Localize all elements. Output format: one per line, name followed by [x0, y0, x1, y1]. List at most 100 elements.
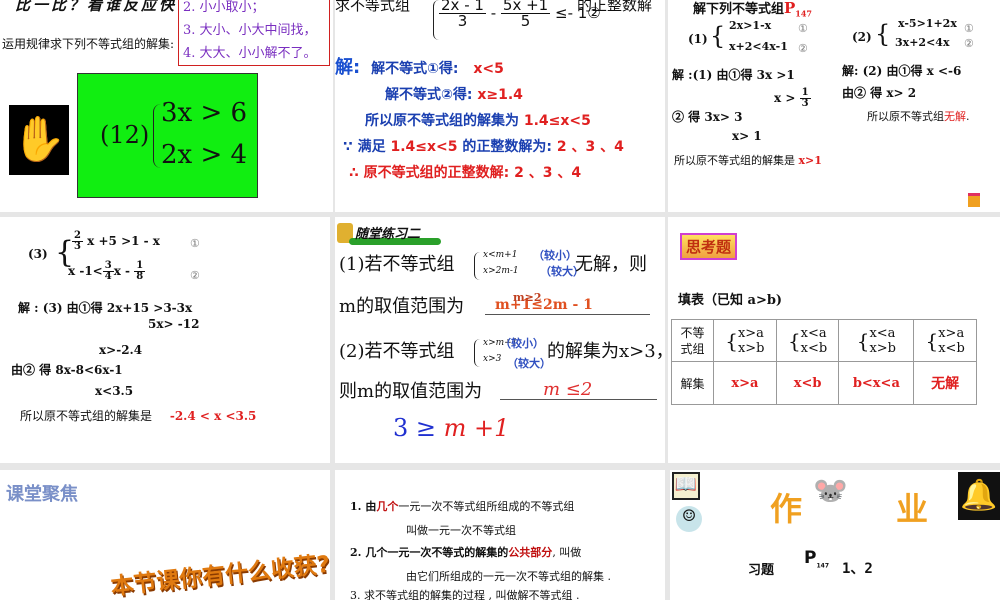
solution-1-line-2: x > 13 — [774, 87, 811, 109]
question-2-text: (2)若不等式组 — [339, 341, 455, 362]
row-header: 解集 — [671, 361, 714, 405]
system-1-label: (1) — [688, 32, 708, 46]
slide-thumbnail-7[interactable]: 课堂聚焦 本节课你有什么收获? — [0, 470, 330, 600]
answer-cell: x<b — [775, 361, 840, 405]
solution-line-3: x>-2.4 — [99, 343, 143, 357]
slide-thumbnail-5[interactable]: 随堂练习二 (1)若不等式组 x<m+1 x>2m-1 （较小） （较大） 无解… — [335, 217, 665, 463]
solution-line-5: x<3.5 — [95, 384, 134, 398]
solution-2-line-1: 解: (2) 由①得 x <-6 — [842, 64, 962, 78]
answer-1-overlay: m≥2 — [513, 291, 542, 304]
slide-thumbnail-4[interactable]: (3) { 23 x +5 >1 - x x -1< 3 4 x - 18 ① ② 解… — [0, 217, 330, 463]
solution-2-result: 所以原不等式组无解. — [867, 110, 970, 123]
book-icon: 📖 — [672, 472, 700, 500]
table-title: 填表（已知 a>b) — [678, 293, 783, 308]
table-row: 不等式组 {x>a x>b {x<a x<b {x<a x>b {x>a x<b — [671, 319, 977, 362]
table-cell: {x>a x<b — [913, 319, 977, 362]
brace-icon: { — [875, 20, 891, 48]
answer-blank-1[interactable] — [485, 314, 650, 315]
word-art-question: 本节课你有什么收获? — [109, 551, 330, 600]
slide-thumbnail-3[interactable]: 解下列不等式组P147 (1) { 2x>1-x x+2<4x-1 ① ② (2… — [668, 0, 1000, 212]
system-2-eq2: 3x+2<4x — [895, 36, 950, 49]
mouse-character-icon: 🐭 — [813, 474, 848, 507]
q2-eq2: x>3 — [483, 354, 502, 364]
page-reference: P147 — [804, 548, 829, 570]
solution-line-1: 解 : (3) 由①得 2x+15 >3-3x — [18, 301, 193, 315]
circled-2: ② — [964, 37, 974, 50]
system-1-eq1: 2x>1-x — [729, 19, 772, 32]
solution-line-4: 由② 得 8x-8<6x-1 — [11, 363, 123, 377]
question-1-end: 无解，则 — [575, 254, 647, 275]
table-cell: {x>a x>b — [713, 319, 777, 362]
slide-thumbnail-9[interactable]: 📖 ☺ 作 🐭 业 🔔 习题 P147 1、2 — [670, 470, 1000, 600]
circled-1: ① — [798, 22, 808, 35]
solution-result: 所以原不等式组的解集是 -2.4 < x <3.5 — [20, 409, 257, 423]
summary-item-1: 1. 由几个一元一次不等式组所组成的不等式组 — [350, 500, 575, 513]
system-3-label: (3) — [28, 247, 48, 261]
answer-2: m ≤2 — [543, 379, 593, 400]
exercise-label: 习题 — [748, 563, 775, 578]
think-badge: 思考题 — [680, 233, 738, 260]
home-icon[interactable] — [968, 193, 980, 207]
slide-title: 课堂聚焦 — [6, 484, 78, 505]
rules-box: 2. 小小取小； 3. 大小、小大中间找， 4. 大大、小小解不了。 — [178, 0, 330, 66]
exercise-numbers: 1、2 — [842, 561, 873, 577]
rule-2: 2. 小小取小； — [183, 0, 265, 15]
slide-title: 随堂练习二 — [355, 227, 421, 242]
problem-label: (12) — [100, 121, 150, 149]
rule-4: 4. 大大、小小解不了。 — [183, 46, 317, 61]
table-cell: {x<a x<b — [775, 319, 840, 362]
solution-1-line-3: ② 得 3x> 3 — [672, 110, 743, 124]
bell-icon: 🔔 — [958, 472, 1000, 520]
equation-2: 2x > 4 — [161, 140, 248, 170]
summary-item-2-cont: 由它们所组成的一元一次不等式组的解集 . — [406, 570, 611, 583]
q1-eq1: x<m+1 — [483, 250, 518, 260]
answer-1: m+1≤2m - 1 — [495, 297, 593, 313]
question-1-line-2: m的取值范围为 — [339, 296, 465, 317]
q1-note-smaller: （较小） — [533, 249, 577, 262]
slide-title: 解下列不等式组P147 — [693, 0, 812, 19]
q2-note-larger: （较大） — [507, 357, 551, 370]
prompt-text: 运用规律求下列不等式组的解集: — [2, 37, 175, 51]
slide-thumbnail-6[interactable]: 思考题 填表（已知 a>b) 不等式组 {x>a x>b {x<a x<b {x<a… — [668, 217, 1000, 463]
summary-item-2: 2. 几个一元一次不等式的解集的公共部分, 叫做 — [350, 546, 582, 559]
system-1-eq2: x+2<4x-1 — [729, 40, 788, 53]
table-row: 解集 x>a x<b b<x<a 无解 — [671, 361, 977, 405]
slide-thumbnail-1[interactable]: 比一比？看谁反应快 2. 小小取小； 3. 大小、小大中间找， 4. 大大、小小… — [0, 0, 333, 212]
solution-2-line-2: 由② 得 x> 2 — [842, 86, 917, 100]
summary-item-1-cont: 叫做一元一次不等式组 — [406, 524, 516, 537]
computer-icon: ☺ — [676, 506, 702, 532]
question-2-line-2: 则m的取值范围为 — [339, 381, 483, 402]
slide-title: 比一比？看谁反应快 — [15, 0, 178, 14]
circled-2: ② — [798, 42, 808, 55]
system-3-eq2: x -1< 3 4 x - 18 — [68, 260, 146, 282]
circled-2: ② — [190, 269, 200, 282]
answer-cell: 无解 — [913, 361, 977, 405]
solution-table: 不等式组 {x>a x>b {x<a x<b {x<a x>b {x>a x<b 解集 … — [671, 319, 977, 405]
summary-item-3: 3. 求不等式组的解集的过程 , 叫做解不等式组 . — [350, 589, 580, 600]
system-3-eq1: 23 x +5 >1 - x — [72, 230, 160, 252]
question-text: 求不等式组 — [335, 0, 411, 14]
inequality-2: 2x - 13 - 5x +1 5 ≤- 1② — [439, 0, 601, 30]
equation-1: 3x > 6 — [161, 98, 248, 128]
question-2-end: 的解集为x>3， — [547, 341, 665, 362]
hint-inequality: 3 ≥ m +1 — [393, 414, 510, 442]
q2-note-smaller: （较小） — [500, 337, 544, 350]
answer-cell: b<x<a — [838, 361, 915, 405]
table-cell: {x<a x>b — [838, 319, 915, 362]
solution-1-line-4: x> 1 — [732, 129, 762, 143]
equation-box: (12) 3x > 6 2x > 4 — [77, 73, 258, 198]
solution-lines: 解: 解不等式①得: x<5 解不等式②得: x≥1.4 所以原不等式组的解集为… — [335, 57, 624, 181]
homework-title-char-1: 作 — [770, 490, 803, 528]
question-1-text: (1)若不等式组 — [339, 254, 455, 275]
answer-cell: x>a — [713, 361, 777, 405]
rule-3: 3. 大小、小大中间找， — [183, 23, 317, 38]
system-2-label: (2) — [852, 30, 872, 44]
brace-icon: { — [710, 22, 726, 50]
solution-line-2: 5x> -12 — [148, 317, 200, 331]
slide-thumbnail-2[interactable]: 求不等式组 的正整数解 2x - 13 - 5x +1 5 ≤- 1② 解: 解不… — [335, 0, 665, 212]
circled-1: ① — [190, 237, 200, 250]
solution-1-result: 所以原不等式组的解集是 x>1 — [674, 154, 822, 167]
row-header: 不等式组 — [671, 319, 714, 362]
circled-1: ① — [964, 22, 974, 35]
slide-thumbnail-8[interactable]: 1. 由几个一元一次不等式组所组成的不等式组 叫做一元一次不等式组 2. 几个一… — [335, 470, 665, 600]
